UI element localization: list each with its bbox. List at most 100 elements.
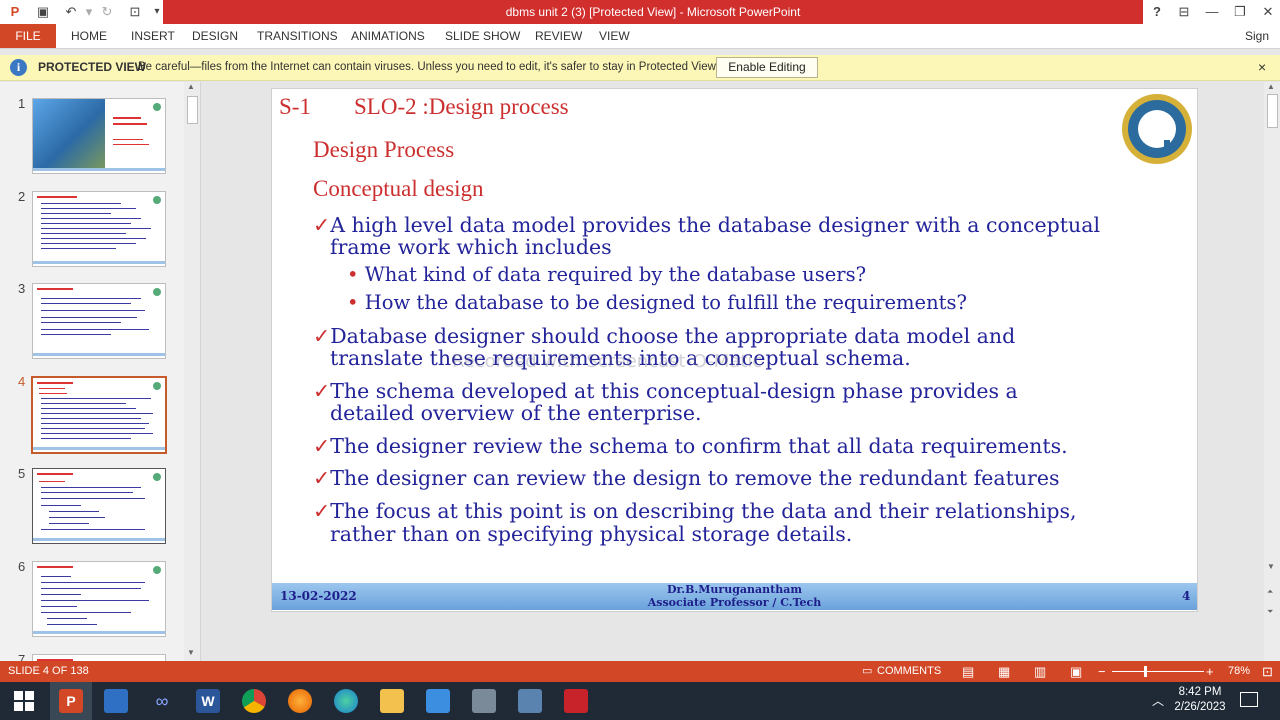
- thumb-line: [39, 388, 65, 389]
- start-from-beginning-icon[interactable]: ⊡: [126, 3, 144, 21]
- status-bar: SLIDE 4 OF 138 ▭ COMMENTS ▤ ▦ ▥ ▣ − + 78…: [0, 661, 1280, 682]
- thumbnails-scrollbar[interactable]: ▲ ▼: [184, 82, 200, 661]
- thumbnail-number: 4: [18, 374, 26, 389]
- comments-button[interactable]: COMMENTS: [877, 661, 941, 682]
- zoom-out-icon[interactable]: −: [1098, 661, 1106, 682]
- thumb-footer: [33, 631, 165, 634]
- windows-start-icon[interactable]: [12, 689, 36, 713]
- slide-thumbnail-5[interactable]: [32, 468, 166, 544]
- bullet-text: Database designer should choose the appr…: [330, 324, 1016, 348]
- slide-thumbnail-7[interactable]: [32, 654, 166, 661]
- zoom-in-icon[interactable]: +: [1206, 661, 1214, 682]
- slide-scrollbar[interactable]: ▲ ▼ ⏶ ⏷: [1264, 82, 1280, 661]
- mail-icon[interactable]: [426, 689, 450, 713]
- zoom-level[interactable]: 78%: [1228, 661, 1250, 682]
- minimize-button[interactable]: —: [1198, 0, 1226, 24]
- seal-icon: [153, 382, 161, 390]
- scroll-down-icon[interactable]: ▼: [1267, 562, 1275, 571]
- zoom-slider-handle[interactable]: [1144, 666, 1147, 677]
- tab-review[interactable]: REVIEW: [535, 24, 582, 48]
- slide-scroll-thumb[interactable]: [1267, 94, 1278, 128]
- bullet-text-cont: rather than on specifying physical stora…: [330, 522, 853, 546]
- redo-icon[interactable]: ↻: [98, 3, 116, 21]
- bullet-item: ✓The schema developed at this conceptual…: [313, 380, 1018, 403]
- thumb-footer: [33, 261, 165, 264]
- bullet-text-cont: detailed overview of the enterprise.: [330, 401, 702, 425]
- thumb-line: [41, 218, 141, 219]
- thumbnails-scroll-thumb[interactable]: [187, 96, 198, 124]
- chrome-icon[interactable]: [242, 689, 266, 713]
- scroll-down-icon[interactable]: ▼: [187, 648, 195, 657]
- maximize-button[interactable]: ❐: [1226, 0, 1254, 24]
- powerpoint-taskbar-button[interactable]: P: [50, 682, 92, 720]
- check-icon: ✓: [313, 466, 331, 490]
- thumb-line: [41, 428, 145, 429]
- tab-file[interactable]: FILE: [0, 24, 56, 48]
- thumb-line: [113, 139, 143, 140]
- thumb-line: [41, 248, 116, 249]
- chevron-up-icon[interactable]: ︿: [1152, 692, 1164, 709]
- undo-icon[interactable]: ↶: [62, 3, 80, 21]
- tab-view[interactable]: VIEW: [599, 24, 630, 48]
- thumb-line: [37, 473, 73, 475]
- enable-editing-button[interactable]: Enable Editing: [716, 57, 818, 78]
- word-icon[interactable]: W: [196, 689, 220, 713]
- tab-slide-show[interactable]: SLIDE SHOW: [445, 24, 520, 48]
- thumb-line: [41, 600, 149, 601]
- slide-thumbnail-4[interactable]: [31, 376, 167, 454]
- reading-view-icon[interactable]: ▥: [1034, 661, 1046, 682]
- tab-transitions[interactable]: TRANSITIONS: [257, 24, 338, 48]
- powerpoint-app-icon[interactable]: P: [6, 3, 24, 21]
- thumb-line: [113, 123, 147, 125]
- current-slide[interactable]: S-1 SLO-2 :Design process Design Process…: [271, 88, 1198, 612]
- thumb-footer: [33, 168, 165, 171]
- tab-design[interactable]: DESIGN: [192, 24, 238, 48]
- seal-icon: [153, 473, 161, 481]
- edge-icon[interactable]: [334, 689, 358, 713]
- slide-sorter-icon[interactable]: ▦: [998, 661, 1010, 682]
- slide-number-label: S-1: [279, 94, 311, 119]
- comments-icon[interactable]: ▭: [862, 661, 872, 682]
- tab-insert[interactable]: INSERT: [131, 24, 175, 48]
- bullet-item: ✓The focus at this point is on describin…: [313, 500, 1077, 523]
- undo-dropdown-icon[interactable]: ▾: [80, 3, 98, 21]
- normal-view-icon[interactable]: ▤: [962, 661, 974, 682]
- fit-slide-icon[interactable]: ⊡: [1262, 661, 1273, 682]
- ribbon-display-options-button[interactable]: ⊟: [1170, 0, 1198, 24]
- zoom-slider[interactable]: [1112, 671, 1204, 672]
- infinity-app-icon[interactable]: ∞: [150, 689, 174, 713]
- notifications-icon[interactable]: [1240, 692, 1258, 707]
- file-explorer-icon[interactable]: [380, 689, 404, 713]
- seal-icon: [153, 196, 161, 204]
- previous-slide-icon[interactable]: ⏶: [1267, 587, 1273, 597]
- scroll-up-icon[interactable]: ▲: [1267, 82, 1275, 91]
- slide-thumbnail-1[interactable]: [32, 98, 166, 174]
- next-slide-icon[interactable]: ⏷: [1267, 607, 1273, 617]
- building-photo: [33, 99, 105, 171]
- firefox-icon[interactable]: [288, 689, 312, 713]
- slide-thumbnail-2[interactable]: [32, 191, 166, 267]
- store-icon[interactable]: [104, 689, 128, 713]
- close-button[interactable]: ✕: [1254, 0, 1280, 24]
- slide-thumbnail-3[interactable]: [32, 283, 166, 359]
- tools-icon[interactable]: [472, 689, 496, 713]
- scroll-up-icon[interactable]: ▲: [187, 82, 195, 91]
- system-clock[interactable]: 8:42 PM 2/26/2023: [1172, 685, 1228, 715]
- author-name: Dr.B.Muruganantham: [666, 583, 803, 596]
- close-protected-bar-icon[interactable]: ×: [1258, 55, 1266, 80]
- thumb-line: [41, 588, 141, 589]
- thumb-line: [41, 594, 81, 595]
- slide-show-icon[interactable]: ▣: [1070, 661, 1082, 682]
- save-icon[interactable]: ▣: [34, 3, 52, 21]
- thumb-line: [41, 438, 131, 439]
- sign-in-link[interactable]: Sign in: [1245, 24, 1280, 67]
- tab-animations[interactable]: ANIMATIONS: [351, 24, 425, 48]
- slide-counter: SLIDE 4 OF 138: [8, 665, 89, 677]
- remote-desktop-icon[interactable]: [518, 689, 542, 713]
- slide-thumbnail-6[interactable]: [32, 561, 166, 637]
- help-button[interactable]: ?: [1143, 0, 1171, 24]
- tab-home[interactable]: HOME: [71, 24, 107, 48]
- thumb-line: [41, 203, 121, 204]
- screen-recorder-icon[interactable]: [564, 689, 588, 713]
- sub-bullet-item: • What kind of data required by the data…: [347, 264, 866, 286]
